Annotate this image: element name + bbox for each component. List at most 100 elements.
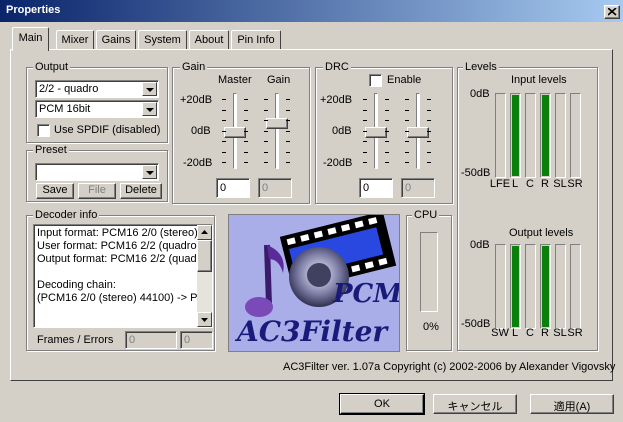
level-channel-label: L <box>511 327 519 339</box>
chevron-up-icon <box>201 230 208 234</box>
speakers-value: 2/2 - quadro <box>39 83 99 95</box>
slider-tick <box>244 99 248 100</box>
cpu-value: 0% <box>423 321 439 333</box>
master-slider-thumb[interactable] <box>224 126 246 138</box>
chevron-down-icon[interactable] <box>142 102 157 116</box>
scroll-down-button[interactable] <box>197 312 212 327</box>
tab-mixer[interactable]: Mixer <box>56 30 94 50</box>
logo-brand-text: AC3Filter <box>237 315 388 348</box>
level-channel-label: L <box>511 178 519 190</box>
slider-tick <box>405 120 409 121</box>
gain-label: Gain <box>267 74 291 86</box>
gain-group-label: Gain <box>180 61 208 73</box>
decoder-info-text: Input format: PCM16 2/0 (stereo) 44100Us… <box>37 227 197 305</box>
level-meter-r <box>540 93 551 178</box>
tab-pin-info[interactable]: Pin Info <box>231 30 281 50</box>
drc-value2-field[interactable]: 0 <box>401 178 435 198</box>
decoder-info-line: User format: PCM16 2/2 (quadro) 44100 <box>37 240 197 252</box>
gain-slider-track <box>275 93 279 169</box>
preset-group-label: Preset <box>33 144 69 156</box>
drc-enable-checkbox[interactable] <box>369 74 382 87</box>
level-meter-fill <box>542 95 549 176</box>
decoder-scrollbar[interactable] <box>197 225 212 327</box>
copyright-text: AC3Filter ver. 1.07a Copyright (c) 2002-… <box>283 361 616 373</box>
chevron-down-icon[interactable] <box>142 165 157 179</box>
level-channel-label: SR <box>567 327 583 339</box>
slider-tick <box>427 120 431 121</box>
slider-tick <box>427 141 431 142</box>
level-channel-label: C <box>526 178 534 190</box>
tab-gains[interactable]: Gains <box>96 30 136 50</box>
tab-system[interactable]: System <box>138 30 187 50</box>
level-meter-fill <box>512 95 519 176</box>
drc-value2: 0 <box>405 182 412 194</box>
close-button[interactable] <box>604 5 620 19</box>
level-meter-lfe <box>495 93 506 178</box>
ac3filter-logo: PCM AC3Filter <box>228 214 400 352</box>
level-channel-label: C <box>526 327 534 339</box>
slider-tick <box>405 151 409 153</box>
format-select[interactable]: PCM 16bit <box>35 100 159 118</box>
chevron-down-icon[interactable] <box>142 82 157 96</box>
speakers-select[interactable]: 2/2 - quadro <box>35 80 159 98</box>
slider-tick <box>286 130 290 132</box>
drc-group-label: DRC <box>323 61 351 73</box>
slider-tick <box>405 130 409 132</box>
gain-tick-minus: -20dB <box>183 157 213 169</box>
ok-button[interactable]: OK <box>339 393 425 415</box>
slider-tick <box>264 151 268 153</box>
slider-tick <box>244 120 248 121</box>
tab-label: About <box>194 34 224 46</box>
level-meter-c <box>525 244 536 329</box>
gain-value: 0 <box>262 182 269 194</box>
level-meter-sl <box>555 93 566 178</box>
tab-label: Main <box>18 32 43 44</box>
master-value-field[interactable]: 0 <box>216 178 250 198</box>
format-value: PCM 16bit <box>39 103 91 115</box>
tab-about[interactable]: About <box>189 30 229 50</box>
level-meter-l <box>510 244 521 329</box>
decoder-info-textbox[interactable]: Input format: PCM16 2/0 (stereo) 44100Us… <box>33 224 213 328</box>
errors-field[interactable]: 0 <box>180 331 213 349</box>
slider-tick <box>286 162 290 163</box>
drc-slider1-thumb[interactable] <box>365 126 387 138</box>
slider-tick <box>385 141 389 142</box>
level-meter-sr <box>570 93 581 178</box>
scroll-up-button[interactable] <box>197 225 212 240</box>
chevron-down-icon <box>201 318 208 322</box>
level-meter-fill <box>542 246 549 327</box>
drc-tick-minus: -20dB <box>323 157 353 169</box>
frames-field[interactable]: 0 <box>125 331 177 349</box>
level-channel-label: R <box>541 327 549 339</box>
slider-tick <box>286 120 290 121</box>
slider-tick <box>385 130 389 132</box>
level-meter-sr <box>570 244 581 329</box>
gain-value-field[interactable]: 0 <box>258 178 292 198</box>
drc-tick-plus: +20dB <box>320 94 353 106</box>
cpu-group-label: CPU <box>412 209 440 221</box>
scroll-thumb[interactable] <box>197 240 212 272</box>
drc-value1: 0 <box>363 182 370 194</box>
file-button[interactable]: File <box>78 183 116 199</box>
tab-label: Pin Info <box>237 34 275 46</box>
level-channel-label: SW <box>491 327 509 339</box>
tab-main[interactable]: Main <box>12 27 49 51</box>
drc-enable-label: Enable <box>387 74 422 86</box>
apply-button[interactable]: 適用(A) <box>530 394 614 414</box>
drc-value1-field[interactable]: 0 <box>359 178 393 198</box>
cancel-button[interactable]: キャンセル <box>433 394 517 414</box>
preset-select[interactable] <box>35 163 159 181</box>
slider-tick <box>405 162 409 163</box>
drc-tick-zero: 0dB <box>332 125 352 137</box>
gain-slider-thumb[interactable] <box>266 118 288 130</box>
slider-tick <box>222 130 226 132</box>
spdif-checkbox[interactable] <box>37 124 50 137</box>
save-button[interactable]: Save <box>36 183 74 199</box>
slider-tick <box>427 130 431 132</box>
gain-tick-plus: +20dB <box>180 94 213 106</box>
slider-tick <box>405 141 409 142</box>
slider-tick <box>286 99 290 100</box>
drc-slider2-thumb[interactable] <box>407 126 429 138</box>
output-group-label: Output <box>33 61 71 73</box>
delete-button[interactable]: Delete <box>120 183 162 199</box>
